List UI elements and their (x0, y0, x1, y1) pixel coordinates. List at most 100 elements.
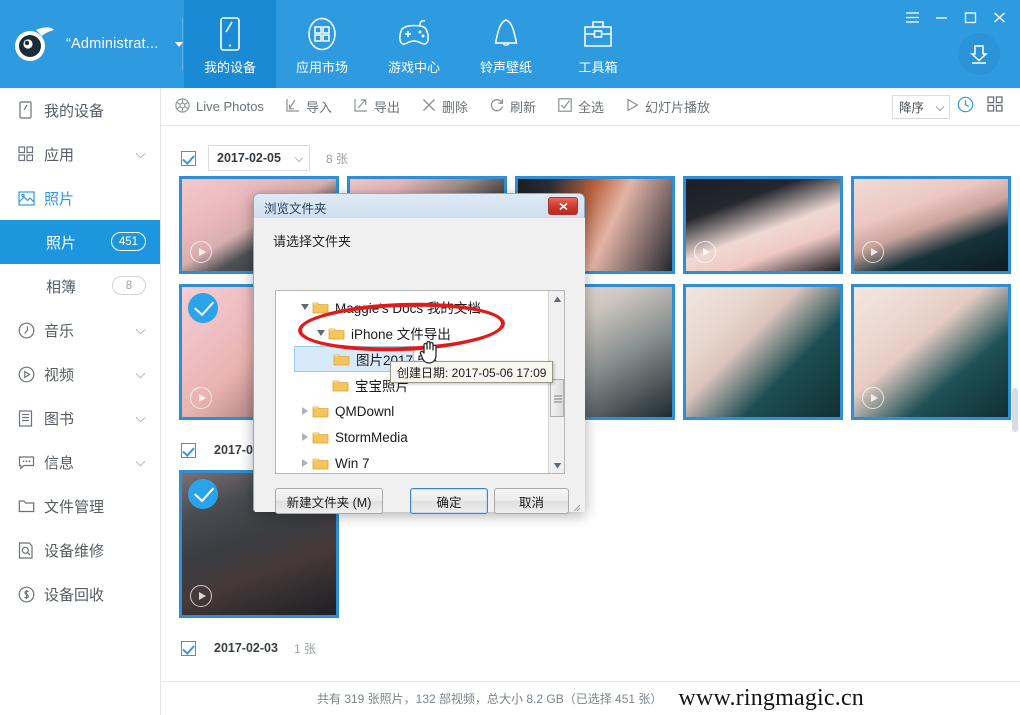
export-button[interactable]: 导出 (343, 88, 411, 126)
group-count-label: 1 张 (293, 641, 316, 656)
nav-label: 我的设备 (203, 60, 256, 75)
menu-icon[interactable] (899, 5, 925, 29)
folder-icon (312, 456, 329, 470)
expander-closed-icon[interactable] (298, 407, 312, 415)
nav-item-app-store[interactable]: 应用市场 (276, 0, 368, 88)
grid-icon (18, 146, 44, 162)
thumbnail-image (686, 287, 840, 417)
photo-thumbnail[interactable] (683, 176, 843, 274)
tree-item-label: Win 7 (335, 455, 370, 471)
maximize-icon[interactable] (957, 5, 983, 29)
watermark-label: www.ringmagic.cn (678, 685, 865, 711)
message-icon (18, 455, 44, 470)
sidebar-item-music[interactable]: 音乐 (0, 308, 160, 352)
folder-icon (332, 378, 349, 392)
live-photos-button[interactable]: Live Photos (161, 88, 275, 126)
photo-thumbnail[interactable] (851, 284, 1011, 420)
export-icon (354, 98, 368, 115)
import-button[interactable]: 导入 (275, 88, 343, 126)
tree-scrollbar-thumb[interactable] (550, 379, 564, 417)
sidebar-item-messages[interactable]: 信息 (0, 440, 160, 484)
group-count-label: 8 张 (326, 151, 349, 166)
brand-area: “Administrat... (0, 0, 183, 88)
repair-icon (18, 541, 44, 559)
content-scrollbar[interactable] (1012, 388, 1018, 432)
play-icon (190, 387, 212, 409)
ok-button[interactable]: 确定 (410, 488, 488, 514)
music-icon (18, 322, 44, 339)
dialog-title: 浏览文件夹 (264, 202, 327, 216)
nav-item-my-device[interactable]: 我的设备 (184, 0, 276, 88)
tree-item[interactable]: QMDownl (276, 398, 564, 424)
sidebar-item-my-device[interactable]: 我的设备 (0, 88, 160, 132)
nav-label: 铃声壁纸 (479, 60, 532, 75)
tree-item[interactable]: Win 7 (276, 450, 564, 473)
sidebar-item-device-recycle[interactable]: 设备回收 (0, 572, 160, 616)
header-divider (182, 18, 183, 70)
slideshow-button[interactable]: 幻灯片播放 (615, 88, 721, 126)
sidebar-subitem-photos[interactable]: 照片 451 (0, 220, 160, 264)
sidebar-item-label: 应用 (44, 146, 75, 164)
thumbnail-selected-check-icon[interactable] (188, 293, 218, 323)
group-date-select[interactable]: 2017-02-05 (208, 145, 310, 171)
expander-closed-icon[interactable] (298, 459, 312, 467)
nav-item-game-center[interactable]: 游戏中心 (368, 0, 460, 88)
delete-button[interactable]: 删除 (411, 88, 479, 126)
device-icon (216, 13, 244, 55)
sidebar-item-video[interactable]: 视频 (0, 352, 160, 396)
cancel-button[interactable]: 取消 (494, 488, 569, 514)
status-bar: 共有 319 张照片，132 部视频，总大小 8.2 GB（已选择 451 张）… (161, 681, 1020, 715)
sort-by-time-button[interactable] (950, 88, 980, 126)
expander-closed-icon[interactable] (298, 433, 312, 441)
sort-order-select[interactable]: 降序 (892, 94, 950, 119)
group-checkbox[interactable] (181, 640, 196, 656)
scroll-up-icon[interactable] (549, 291, 564, 307)
close-icon[interactable] (548, 197, 578, 215)
sidebar: 我的设备 应用 照片 照片 451 相簿 8 音乐 视频 图书 信息 文件管理 … (0, 88, 161, 715)
expander-open-icon[interactable] (298, 304, 312, 310)
minimize-icon[interactable] (928, 5, 954, 29)
photo-thumbnail[interactable] (851, 176, 1011, 274)
download-button[interactable] (958, 33, 1000, 75)
sidebar-item-label: 图书 (44, 410, 75, 428)
sidebar-item-label: 照片 (44, 190, 75, 208)
sidebar-item-photos[interactable]: 照片 (0, 176, 160, 220)
dialog-titlebar[interactable]: 浏览文件夹 (254, 194, 584, 218)
select-all-button[interactable]: 全选 (547, 88, 615, 126)
toolbar-button-label: 刷新 (509, 100, 536, 115)
photo-thumbnail[interactable] (683, 284, 843, 420)
nav-item-toolbox[interactable]: 工具箱 (552, 0, 644, 88)
group-checkbox[interactable] (181, 150, 196, 166)
new-folder-button[interactable]: 新建文件夹 (M) (275, 488, 383, 514)
device-icon (18, 101, 44, 119)
sidebar-item-apps[interactable]: 应用 (0, 132, 160, 176)
refresh-button[interactable]: 刷新 (479, 88, 547, 126)
sidebar-item-file-manager[interactable]: 文件管理 (0, 484, 160, 528)
book-icon (18, 409, 44, 427)
group-checkbox[interactable] (181, 442, 196, 458)
scroll-down-icon[interactable] (549, 457, 564, 473)
sidebar-item-device-repair[interactable]: 设备维修 (0, 528, 160, 572)
chevron-down-icon (135, 456, 146, 467)
toolbar-button-label: 幻灯片播放 (645, 100, 711, 115)
nav-item-ringtone-wallpaper[interactable]: 铃声壁纸 (460, 0, 552, 88)
sidebar-item-books[interactable]: 图书 (0, 396, 160, 440)
sidebar-item-label: 设备回收 (44, 586, 105, 604)
resize-grip-icon[interactable] (571, 499, 581, 512)
play-icon (190, 241, 212, 263)
thumbnail-selected-check-icon[interactable] (188, 479, 218, 509)
new-folder-button-label: 新建文件夹 (M) (286, 495, 372, 510)
sidebar-subitem-albums[interactable]: 相簿 8 (0, 264, 160, 308)
ok-button-label: 确定 (436, 495, 462, 510)
group-date-label: 2017-02-05 (217, 151, 281, 165)
toolbox-icon (581, 13, 615, 55)
group-date-label: 2017-02-03 (214, 641, 278, 655)
close-icon[interactable] (986, 5, 1012, 29)
status-summary-label: 共有 319 张照片，132 部视频，总大小 8.2 GB（已选择 451 张） (316, 692, 663, 706)
dialog-prompt-label: 请选择文件夹 (273, 234, 352, 249)
tree-item[interactable]: StormMedia (276, 424, 564, 450)
live-photos-icon (175, 97, 190, 116)
folder-icon (312, 430, 329, 444)
tree-item-label: QMDownl (335, 403, 395, 419)
grid-view-button[interactable] (980, 88, 1010, 126)
